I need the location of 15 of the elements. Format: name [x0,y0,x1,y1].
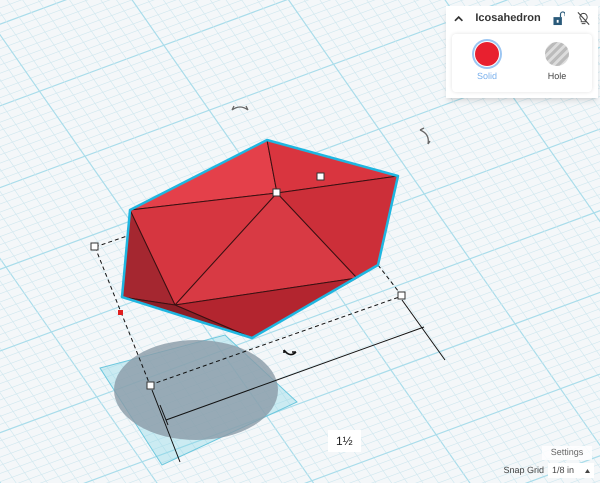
hole-swatch[interactable] [545,42,569,66]
rotate-arrow-icon[interactable] [231,105,249,111]
settings-button[interactable]: Settings [542,446,592,460]
collapse-caret-icon[interactable] [454,14,464,22]
snap-grid-label: Snap Grid [503,464,544,477]
unlocked-padlock-icon[interactable] [552,10,565,26]
shape-title: Icosahedron [475,10,541,26]
hidden-bulb-icon[interactable] [576,10,590,26]
rotate-arrow-icon[interactable] [419,127,431,145]
snap-grid-dropdown[interactable]: 1/8 in [548,463,594,478]
solid-swatch[interactable] [475,42,499,66]
dimension-label: 1½ [328,430,361,452]
option-label: Hole [548,70,566,83]
dropdown-caret-icon [585,468,590,472]
option-label: Solid [476,70,497,83]
